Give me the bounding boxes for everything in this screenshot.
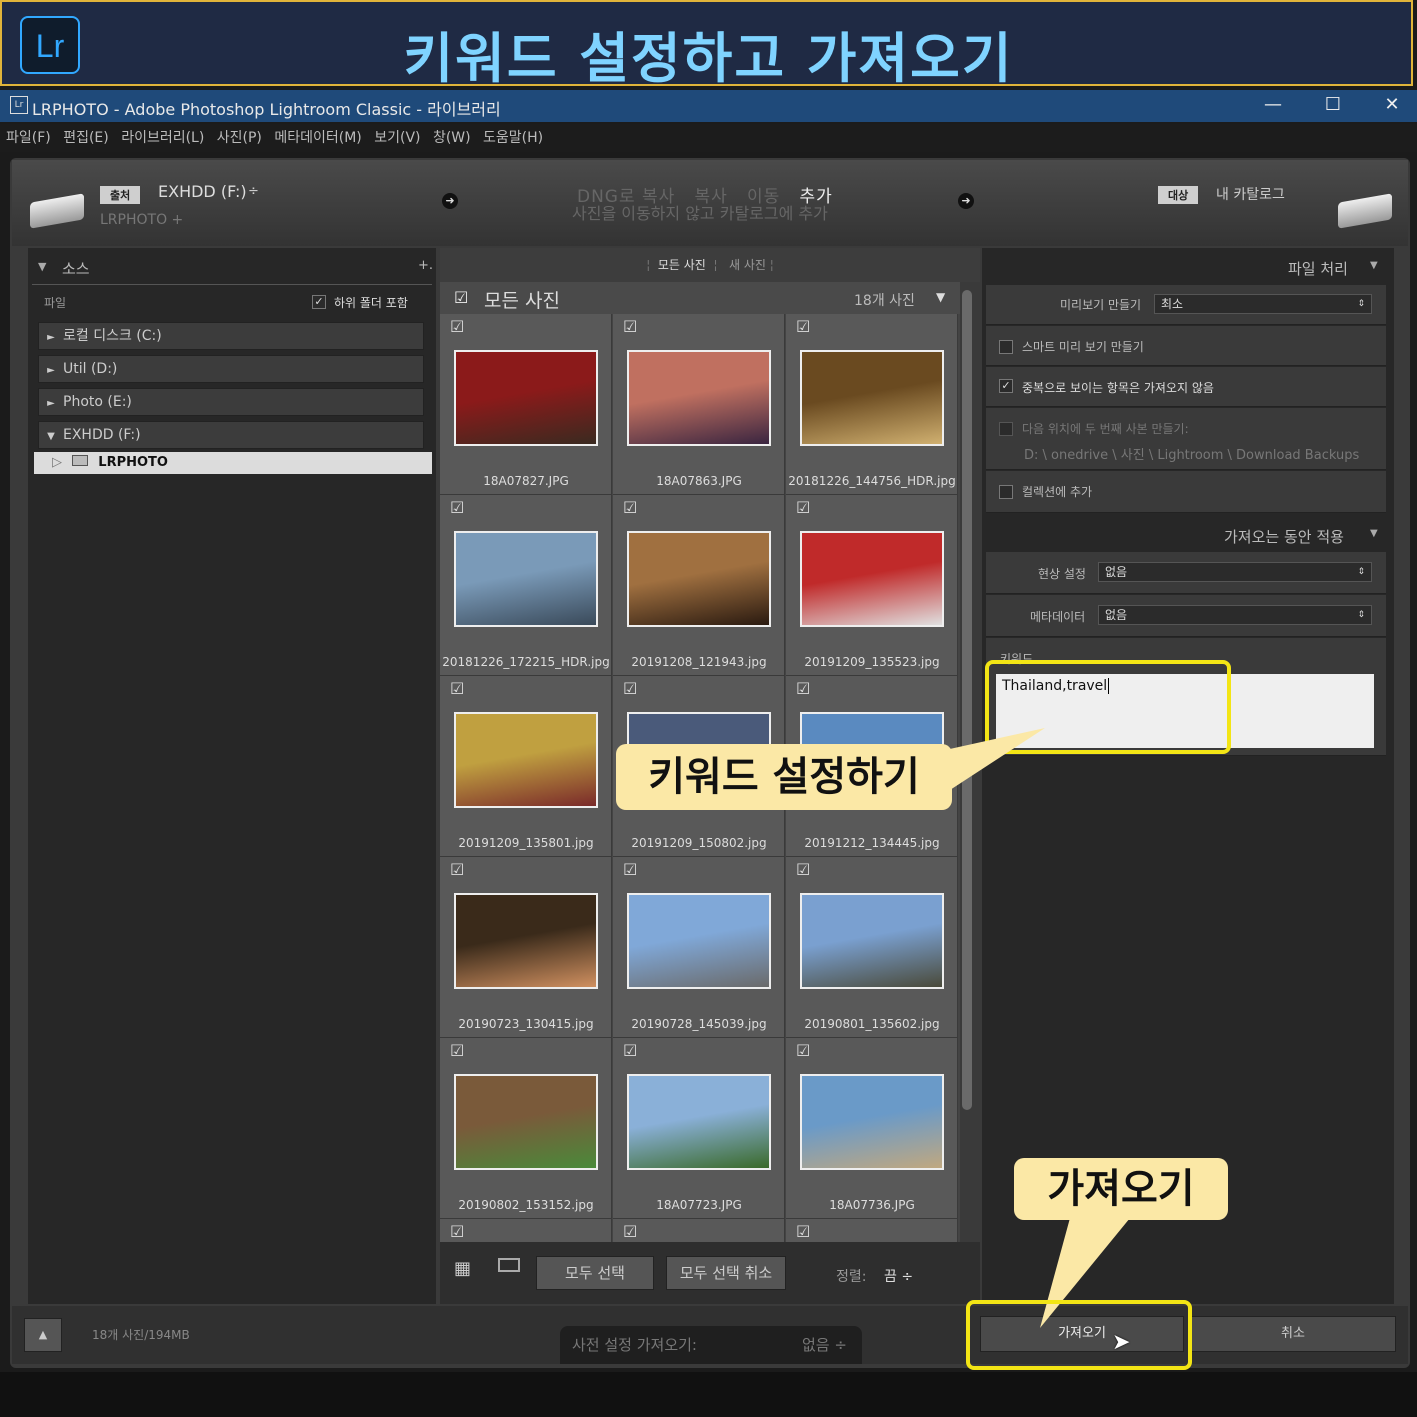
import-callout: 가져오기 — [1014, 1158, 1228, 1220]
keyword-callout: 키워드 설정하기 — [616, 744, 952, 810]
import-highlight — [966, 1300, 1192, 1370]
